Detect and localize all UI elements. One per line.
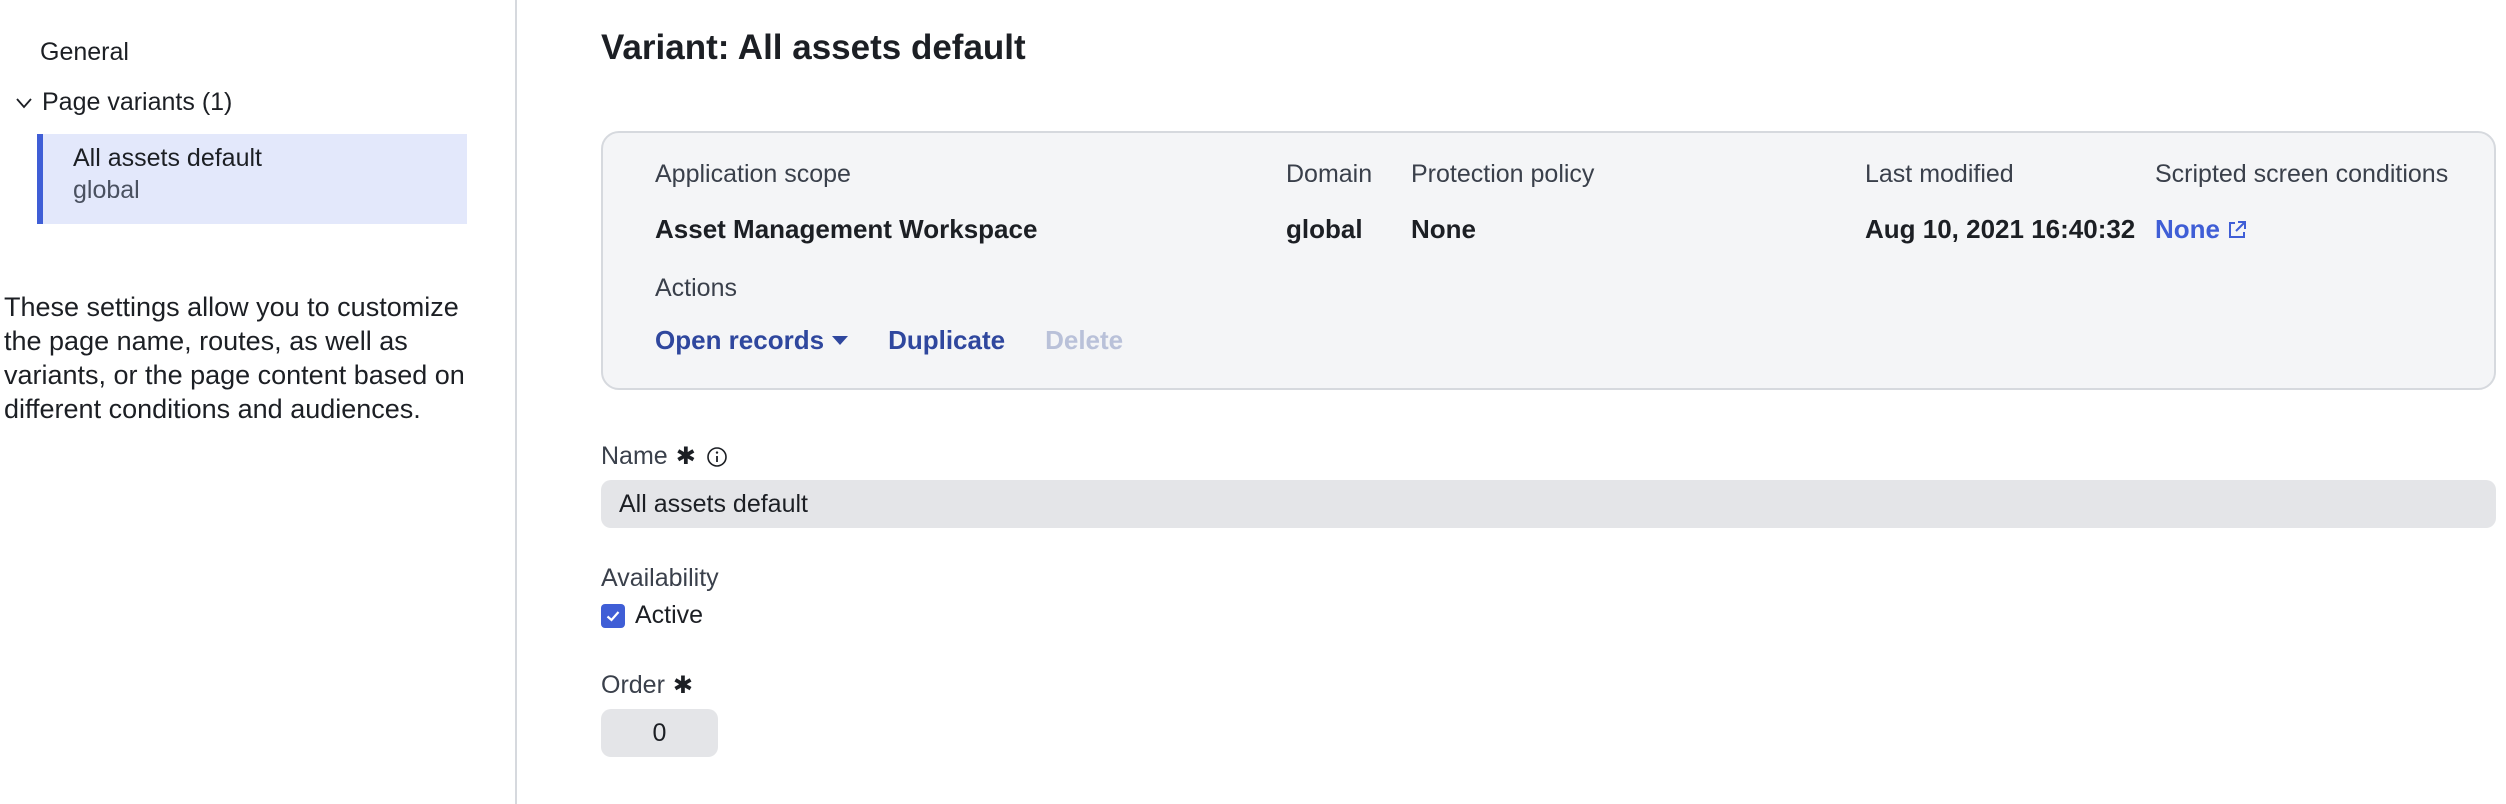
protection-policy-label: Protection policy <box>1411 160 1595 188</box>
app-scope-label: Application scope <box>655 160 851 188</box>
caret-down-icon <box>832 336 849 345</box>
sidebar-item-variant-selected[interactable]: All assets default global <box>37 134 467 224</box>
actions-row: Open records Duplicate Delete <box>655 325 1163 356</box>
name-input[interactable] <box>601 480 2496 528</box>
required-asterisk-icon: ✱ <box>672 672 694 699</box>
required-asterisk-icon: ✱ <box>675 443 696 470</box>
info-icon[interactable] <box>706 446 728 468</box>
domain-label: Domain <box>1286 160 1373 188</box>
app-scope-value: Asset Management Workspace <box>655 214 1038 244</box>
domain-value: global <box>1286 214 1363 244</box>
duplicate-button[interactable]: Duplicate <box>888 325 1005 356</box>
last-modified-value: Aug 10, 2021 16:40:32 <box>1865 214 2136 244</box>
scripted-conditions-link[interactable]: None <box>2155 214 2248 245</box>
sidebar: General Page variants (1) All assets def… <box>0 0 517 804</box>
active-checkbox-label: Active <box>635 601 704 629</box>
active-checkbox-row[interactable]: Active <box>601 601 703 630</box>
scripted-conditions-value: None <box>2155 214 2220 244</box>
delete-button: Delete <box>1045 325 1124 355</box>
variant-info-card: Application scope Asset Management Works… <box>601 131 2496 390</box>
order-label-text: Order <box>601 671 665 699</box>
actions-label: Actions <box>655 274 737 302</box>
name-field-label: Name ✱ <box>601 442 728 471</box>
variant-scope: global <box>73 176 140 204</box>
active-checkbox[interactable] <box>601 603 625 628</box>
app-root: General Page variants (1) All assets def… <box>0 0 2506 804</box>
scripted-conditions-label: Scripted screen conditions <box>2155 160 2449 188</box>
check-icon <box>606 610 620 622</box>
external-link-icon <box>2229 220 2246 238</box>
chevron-down-icon <box>16 97 32 108</box>
sidebar-item-general[interactable]: General <box>40 38 129 67</box>
order-field-label: Order ✱ <box>601 671 693 700</box>
protection-policy-value: None <box>1411 214 1476 244</box>
page-title: Variant: All assets default <box>601 28 1026 67</box>
availability-label: Availability <box>601 564 719 592</box>
variant-name: All assets default <box>73 144 262 172</box>
open-records-button[interactable]: Open records <box>655 325 849 356</box>
sidebar-group-page-variants[interactable]: Page variants (1) <box>14 88 232 117</box>
sidebar-group-label: Page variants (1) <box>42 88 233 116</box>
open-records-label: Open records <box>655 325 825 355</box>
order-input[interactable] <box>601 709 718 757</box>
last-modified-label: Last modified <box>1865 160 2014 188</box>
name-label-text: Name <box>601 442 668 470</box>
sidebar-help-text: These settings allow you to customize th… <box>4 292 465 424</box>
